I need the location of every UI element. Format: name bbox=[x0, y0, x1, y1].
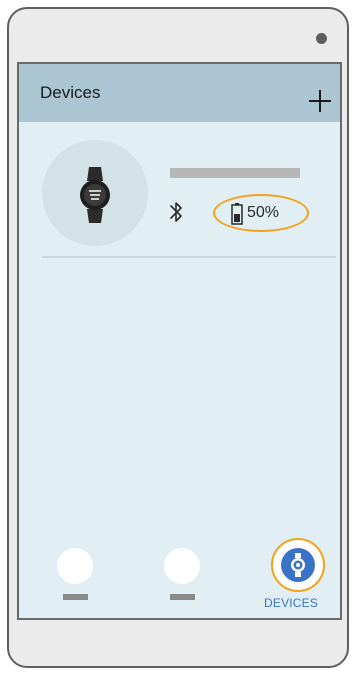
nav-tab-devices[interactable]: DEVICES bbox=[262, 534, 336, 614]
app-screen: Devices 50% DEVICES bbox=[17, 62, 342, 620]
nav-tab-1-icon bbox=[57, 548, 93, 584]
add-device-button[interactable] bbox=[306, 88, 334, 116]
page-title: Devices bbox=[40, 83, 101, 102]
battery-icon bbox=[231, 203, 243, 225]
nav-tab-2-icon bbox=[164, 548, 200, 584]
device-avatar bbox=[42, 140, 148, 246]
nav-tab-2-label-placeholder bbox=[170, 594, 195, 600]
battery-percentage: 50% bbox=[247, 204, 280, 221]
camera-dot bbox=[316, 33, 327, 44]
bluetooth-icon bbox=[170, 202, 182, 222]
divider bbox=[42, 256, 336, 258]
smartwatch-icon bbox=[80, 167, 110, 223]
device-card[interactable]: 50% bbox=[19, 122, 340, 262]
device-name-placeholder bbox=[170, 168, 300, 178]
watch-icon bbox=[291, 553, 305, 577]
nav-tab-1-label-placeholder bbox=[63, 594, 88, 600]
nav-tab-1[interactable] bbox=[55, 546, 95, 606]
battery-status: 50% bbox=[213, 194, 309, 232]
nav-tab-2[interactable] bbox=[162, 546, 202, 606]
app-header: Devices bbox=[19, 64, 340, 122]
nav-tab-devices-highlight bbox=[271, 538, 325, 592]
nav-tab-devices-label: DEVICES bbox=[264, 596, 319, 610]
